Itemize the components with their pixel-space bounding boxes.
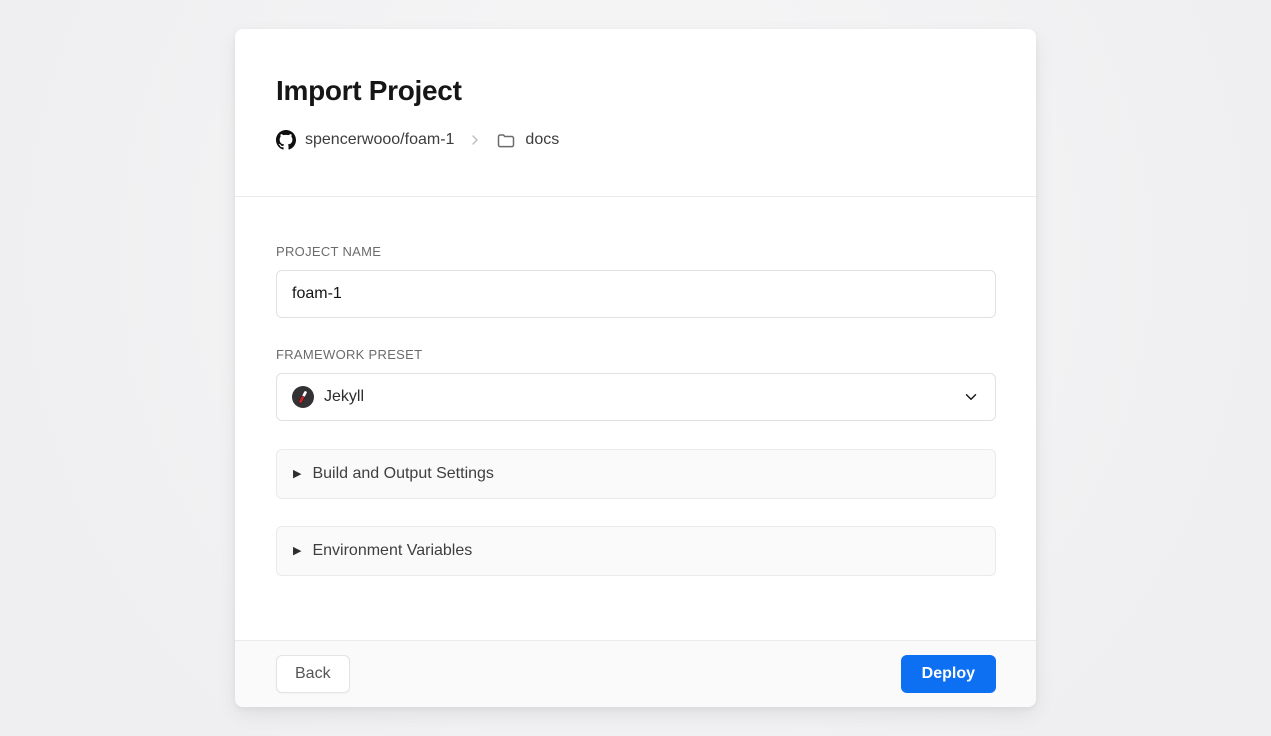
back-button[interactable]: Back (276, 655, 350, 693)
accordion-label: Environment Variables (312, 542, 472, 560)
framework-selected-value: Jekyll (324, 388, 364, 406)
project-name-label: PROJECT NAME (276, 244, 996, 259)
breadcrumb-directory[interactable]: docs (525, 131, 559, 149)
dialog-header: Import Project spencerwooo/foam-1 docs (235, 29, 1036, 197)
dialog-footer: Back Deploy (235, 640, 1036, 707)
triangle-right-icon: ▶ (293, 469, 301, 480)
page-title: Import Project (276, 75, 996, 107)
framework-preset-select[interactable]: Jekyll (276, 373, 996, 421)
jekyll-logo-icon (292, 386, 314, 408)
project-name-input[interactable] (276, 270, 996, 318)
dialog-form: PROJECT NAME FRAMEWORK PRESET Jekyll ▶ B… (235, 197, 1036, 640)
deploy-button[interactable]: Deploy (901, 655, 996, 693)
github-icon (276, 130, 296, 150)
framework-preset-label: FRAMEWORK PRESET (276, 347, 996, 362)
build-output-settings-accordion[interactable]: ▶ Build and Output Settings (276, 449, 996, 499)
triangle-right-icon: ▶ (293, 546, 301, 557)
accordion-label: Build and Output Settings (312, 465, 493, 483)
chevron-down-icon (962, 388, 980, 406)
import-project-dialog: Import Project spencerwooo/foam-1 docs P… (235, 29, 1036, 707)
breadcrumb: spencerwooo/foam-1 docs (276, 130, 996, 150)
chevron-right-icon (467, 132, 483, 148)
folder-icon (496, 130, 516, 150)
breadcrumb-repo[interactable]: spencerwooo/foam-1 (305, 131, 454, 149)
environment-variables-accordion[interactable]: ▶ Environment Variables (276, 526, 996, 576)
